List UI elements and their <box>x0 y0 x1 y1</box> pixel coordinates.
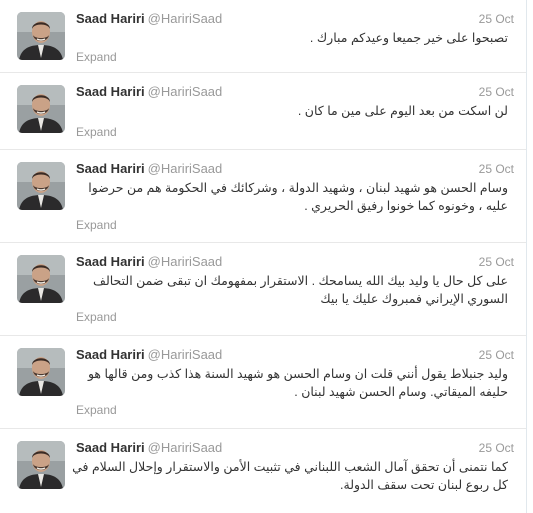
tweet-header: Saad Hariri @HaririSaad <box>76 347 222 363</box>
tweet-text: على كل حال يا وليد بيك الله يسامحك . الا… <box>93 274 508 306</box>
tweet-timestamp[interactable]: 25 Oct <box>479 11 514 27</box>
tweet-text: وسام الحسن هو شهيد لبنان ، وشهيد الدولة … <box>88 181 508 213</box>
author-name[interactable]: Saad Hariri <box>76 254 145 269</box>
tweet-timestamp[interactable]: 25 Oct <box>479 254 514 270</box>
tweet-item[interactable]: Saad Hariri @HaririSaad 25 Oct وليد جنبلا… <box>0 336 526 429</box>
tweet-item[interactable]: Saad Hariri @HaririSaad 25 Oct وسام الحسن… <box>0 150 526 243</box>
tweet-header: Saad Hariri @HaririSaad <box>76 254 222 270</box>
tweet-text: وليد جنبلاط يقول أنني قلت ان وسام الحسن … <box>87 367 508 399</box>
tweet-text: تصبحوا على خير جميعا وعيدكم مبارك . <box>309 31 508 45</box>
tweet-text: لن اسكت من بعد اليوم على مين ما كان . <box>297 104 508 118</box>
avatar[interactable] <box>17 441 65 489</box>
author-name[interactable]: Saad Hariri <box>76 347 145 362</box>
author-handle[interactable]: @HaririSaad <box>148 161 223 176</box>
tweet-timestamp[interactable]: 25 Oct <box>479 440 514 456</box>
tweet-text: كما نتمنى أن تحقق آمال الشعب اللبناني في… <box>72 460 508 492</box>
tweet-timestamp[interactable]: 25 Oct <box>479 84 514 100</box>
tweet-timestamp[interactable]: 25 Oct <box>479 347 514 363</box>
avatar[interactable] <box>17 162 65 210</box>
tweet-timeline: Saad Hariri @HaririSaad 25 Oct تصبحوا على… <box>0 0 527 513</box>
author-handle[interactable]: @HaririSaad <box>148 347 223 362</box>
expand-link[interactable]: Expand <box>76 50 117 64</box>
avatar[interactable] <box>17 85 65 133</box>
tweet-timestamp[interactable]: 25 Oct <box>479 161 514 177</box>
tweet-item[interactable]: Saad Hariri @HaririSaad 25 Oct لن اسكت من… <box>0 73 526 150</box>
tweet-item[interactable]: Saad Hariri @HaririSaad 25 Oct على كل حال… <box>0 243 526 336</box>
author-handle[interactable]: @HaririSaad <box>148 254 223 269</box>
tweet-header: Saad Hariri @HaririSaad <box>76 440 222 456</box>
author-handle[interactable]: @HaririSaad <box>148 440 223 455</box>
avatar[interactable] <box>17 255 65 303</box>
tweet-header: Saad Hariri @HaririSaad <box>76 161 222 177</box>
avatar[interactable] <box>17 12 65 60</box>
author-name[interactable]: Saad Hariri <box>76 84 145 99</box>
avatar[interactable] <box>17 348 65 396</box>
tweet-item[interactable]: Saad Hariri @HaririSaad 25 Oct تصبحوا على… <box>0 0 526 73</box>
expand-link[interactable]: Expand <box>76 403 117 417</box>
author-name[interactable]: Saad Hariri <box>76 440 145 455</box>
tweet-item[interactable]: Saad Hariri @HaririSaad 25 Oct كما نتمنى … <box>0 429 526 513</box>
author-name[interactable]: Saad Hariri <box>76 161 145 176</box>
author-handle[interactable]: @HaririSaad <box>148 84 223 99</box>
expand-link[interactable]: Expand <box>76 218 117 232</box>
author-name[interactable]: Saad Hariri <box>76 11 145 26</box>
author-handle[interactable]: @HaririSaad <box>148 11 223 26</box>
expand-link[interactable]: Expand <box>76 125 117 139</box>
expand-link[interactable]: Expand <box>76 310 117 324</box>
tweet-header: Saad Hariri @HaririSaad <box>76 11 222 27</box>
tweet-header: Saad Hariri @HaririSaad <box>76 84 222 100</box>
